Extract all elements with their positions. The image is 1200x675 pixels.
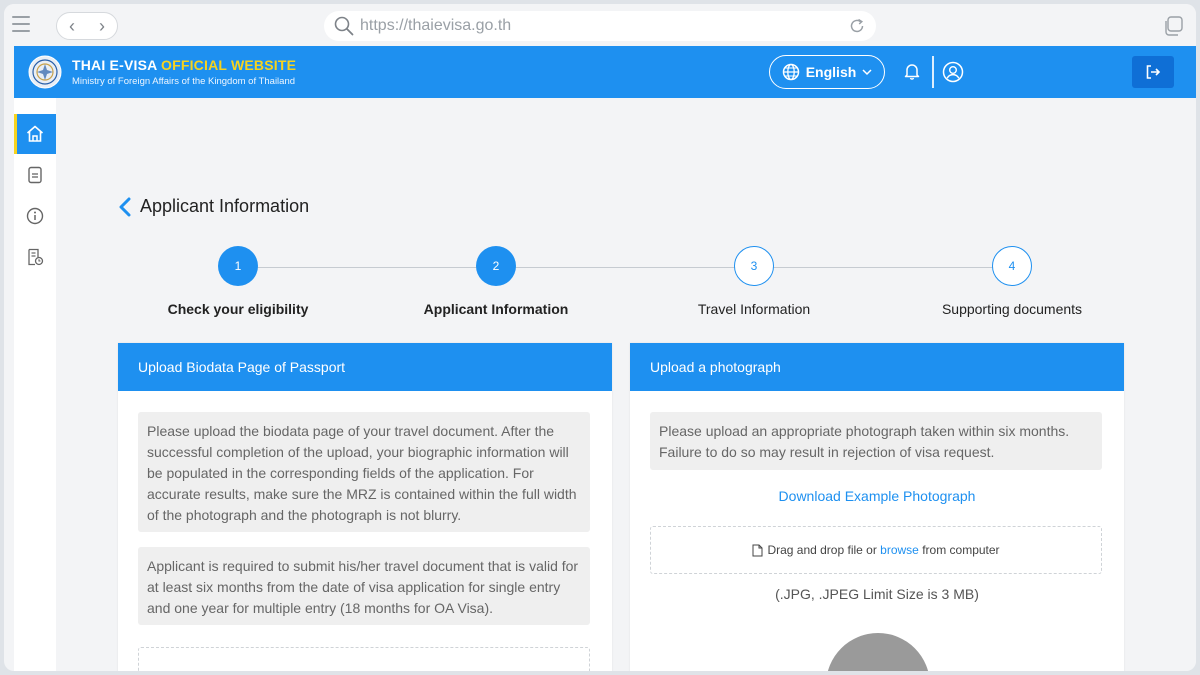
file-size-limit: (.JPG, .JPEG Limit Size is 3 MB) bbox=[775, 586, 979, 602]
download-example-photo-link[interactable]: Download Example Photograph bbox=[630, 488, 1124, 504]
user-account-icon[interactable] bbox=[942, 61, 964, 83]
progress-stepper: 1 Check your eligibility 2 Applicant Inf… bbox=[56, 246, 1196, 326]
sidebar bbox=[14, 98, 56, 671]
logout-icon bbox=[1146, 65, 1161, 79]
step-label: Applicant Information bbox=[423, 301, 569, 317]
step-2[interactable]: 2 Applicant Information bbox=[366, 246, 626, 317]
site-subtitle: Ministry of Foreign Affairs of the Kingd… bbox=[72, 76, 296, 87]
search-icon bbox=[334, 16, 354, 36]
page-title: Applicant Information bbox=[140, 196, 310, 216]
home-icon bbox=[26, 125, 44, 142]
file-icon bbox=[752, 544, 763, 556]
step-circle: 4 bbox=[992, 246, 1032, 286]
browser-toolbar: ‹ › https://thaievisa.go.th bbox=[4, 4, 1196, 46]
photo-instructions: Please upload an appropriate photograph … bbox=[650, 412, 1102, 470]
sidebar-item-status[interactable] bbox=[14, 237, 56, 277]
step-4[interactable]: 4 Supporting documents bbox=[882, 246, 1142, 317]
site-header: THAI E-VISA OFFICIAL WEBSITE Ministry of… bbox=[14, 46, 1196, 98]
logout-button[interactable] bbox=[1132, 56, 1174, 88]
language-selector[interactable]: English bbox=[769, 55, 885, 89]
address-bar[interactable]: https://thaievisa.go.th bbox=[324, 11, 876, 41]
tabs-icon[interactable] bbox=[1162, 15, 1184, 37]
step-circle: 3 bbox=[734, 246, 774, 286]
passport-instructions: Please upload the biodata page of your t… bbox=[138, 412, 590, 532]
back-link[interactable]: Applicant Information bbox=[118, 196, 309, 217]
language-label: English bbox=[805, 64, 857, 80]
photo-dropzone[interactable]: Drag and drop file or browse from comput… bbox=[650, 526, 1102, 574]
card-header: Upload a photograph bbox=[630, 343, 1124, 391]
step-3[interactable]: 3 Travel Information bbox=[624, 246, 884, 317]
dropzone-text: Drag and drop file or browse from comput… bbox=[767, 543, 1000, 557]
sidebar-item-info[interactable] bbox=[14, 196, 56, 236]
sidebar-item-home[interactable] bbox=[14, 114, 56, 154]
sidebar-item-application[interactable] bbox=[14, 155, 56, 195]
browse-link[interactable]: browse bbox=[880, 543, 919, 557]
step-circle: 1 bbox=[218, 246, 258, 286]
step-label: Supporting documents bbox=[941, 301, 1083, 317]
menu-icon[interactable] bbox=[12, 16, 30, 32]
globe-icon bbox=[782, 63, 799, 81]
step-label: Check your eligibility bbox=[167, 301, 309, 317]
photo-placeholder-silhouette bbox=[826, 633, 930, 671]
site-title: THAI E-VISA OFFICIAL WEBSITE bbox=[72, 57, 297, 73]
step-circle: 2 bbox=[476, 246, 516, 286]
photo-upload-card: Upload a photograph Please upload an app… bbox=[630, 343, 1124, 671]
back-arrow-icon[interactable]: ‹ bbox=[69, 17, 75, 35]
main-content: Applicant Information 1 Check your eligi… bbox=[56, 98, 1196, 671]
step-label: Travel Information bbox=[697, 301, 811, 317]
chevron-down-icon bbox=[862, 69, 872, 76]
document-icon bbox=[28, 166, 42, 184]
passport-dropzone[interactable] bbox=[138, 647, 590, 671]
info-icon bbox=[26, 207, 44, 225]
passport-upload-card: Upload Biodata Page of Passport Please u… bbox=[118, 343, 612, 671]
card-header: Upload Biodata Page of Passport bbox=[118, 343, 612, 391]
browser-window: ‹ › https://thaievisa.go.th THAI E-VISA … bbox=[4, 4, 1196, 671]
chevron-left-icon bbox=[119, 197, 131, 216]
step-1[interactable]: 1 Check your eligibility bbox=[108, 246, 368, 317]
status-icon bbox=[28, 248, 44, 266]
header-divider bbox=[932, 56, 934, 88]
reload-icon[interactable] bbox=[848, 17, 866, 35]
site-brand[interactable]: THAI E-VISA OFFICIAL WEBSITE Ministry of… bbox=[72, 57, 296, 87]
forward-arrow-icon[interactable]: › bbox=[99, 17, 105, 35]
nav-buttons: ‹ › bbox=[56, 12, 118, 40]
passport-validity-note: Applicant is required to submit his/her … bbox=[138, 547, 590, 625]
thai-garuda-seal-icon[interactable] bbox=[28, 55, 62, 89]
bell-icon[interactable] bbox=[904, 62, 920, 80]
url-text: https://thaievisa.go.th bbox=[360, 17, 512, 34]
